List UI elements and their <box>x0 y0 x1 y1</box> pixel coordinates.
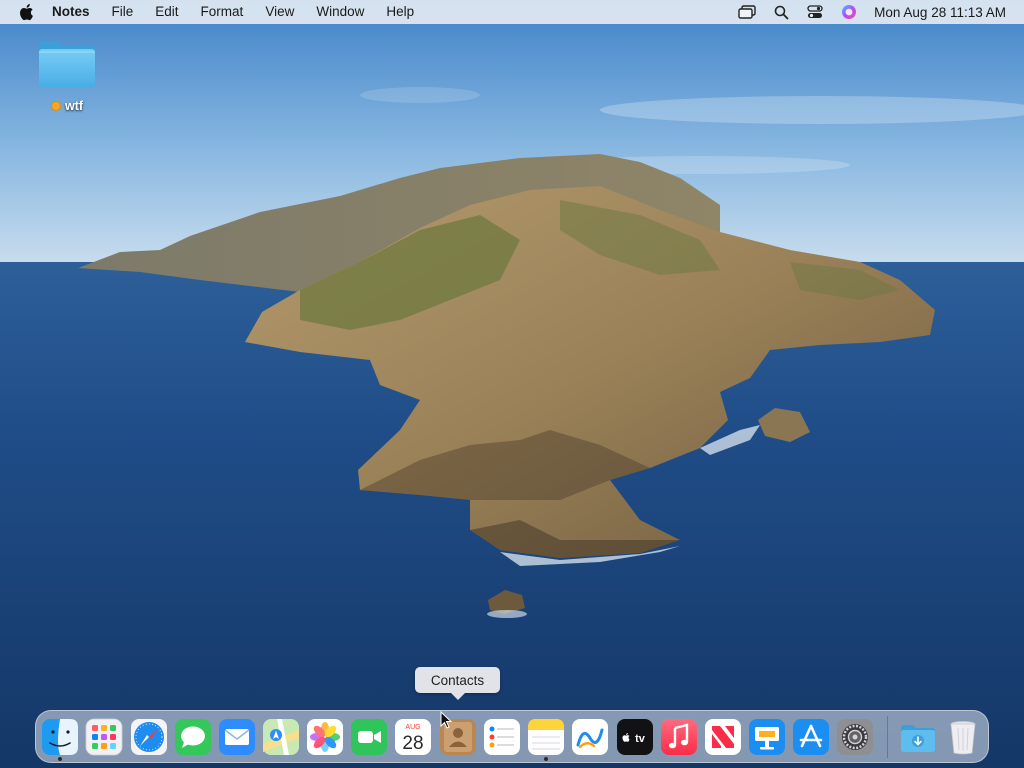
dock-tv[interactable]: tv <box>616 718 654 756</box>
desktop-folder-wtf[interactable]: wtf <box>30 38 104 113</box>
safari-icon <box>131 719 167 755</box>
dock-messages[interactable] <box>174 718 212 756</box>
folder-icon <box>39 41 95 87</box>
screen-mirroring-icon[interactable] <box>730 0 764 24</box>
dock-mail[interactable] <box>218 718 256 756</box>
tv-label: tv <box>635 733 646 745</box>
apple-menu-icon[interactable] <box>19 3 35 21</box>
menu-bar-clock[interactable]: Mon Aug 28 11:13 AM <box>874 5 1006 20</box>
dock-freeform[interactable] <box>571 718 609 756</box>
notes-icon <box>528 719 564 755</box>
apple-tv-icon: tv <box>617 719 653 755</box>
dock-calendar[interactable]: AUG 28 <box>394 718 432 756</box>
music-icon <box>661 719 697 755</box>
calendar-icon: AUG 28 <box>395 719 431 755</box>
mail-icon <box>219 719 255 755</box>
menu-bar-status-area: Mon Aug 28 11:13 AM <box>730 0 1024 24</box>
dock-separator <box>887 716 888 758</box>
finder-running-indicator <box>58 757 62 761</box>
dock-reminders[interactable] <box>483 718 521 756</box>
keynote-icon <box>749 719 785 755</box>
control-center-icon[interactable] <box>798 0 832 24</box>
maps-icon <box>263 719 299 755</box>
menu-app-name[interactable]: Notes <box>52 0 101 24</box>
mouse-cursor-icon <box>440 711 452 729</box>
launchpad-icon <box>85 718 123 756</box>
dock-downloads[interactable] <box>899 718 937 756</box>
news-icon <box>705 719 741 755</box>
dock-facetime[interactable] <box>350 718 388 756</box>
dock-app-store[interactable] <box>792 718 830 756</box>
freeform-icon <box>572 719 608 755</box>
dock-news[interactable] <box>704 718 742 756</box>
desktop-wallpaper <box>0 0 1024 768</box>
menu-window[interactable]: Window <box>305 0 375 24</box>
menu-file[interactable]: File <box>101 0 145 24</box>
trash-icon <box>950 721 976 755</box>
dock-keynote[interactable] <box>748 718 786 756</box>
downloads-folder-icon <box>901 725 935 752</box>
menu-help[interactable]: Help <box>375 0 425 24</box>
desktop-folder-name: wtf <box>64 99 84 113</box>
dock-music[interactable] <box>660 718 698 756</box>
reminders-icon <box>484 719 520 755</box>
photos-icon <box>307 719 343 755</box>
desktop-folder-label: wtf <box>50 99 84 113</box>
calendar-day: 28 <box>402 733 423 754</box>
messages-icon <box>175 719 211 755</box>
dock-finder[interactable] <box>41 718 79 756</box>
dock-photos[interactable] <box>306 718 344 756</box>
finder-icon <box>42 719 78 755</box>
app-store-icon <box>793 719 829 755</box>
dock-launchpad[interactable] <box>85 718 123 756</box>
siri-icon[interactable] <box>832 0 866 24</box>
dock-tooltip: Contacts <box>415 667 500 700</box>
menu-view[interactable]: View <box>254 0 305 24</box>
system-settings-icon <box>837 719 873 755</box>
orange-tag-icon <box>50 101 61 111</box>
menu-edit[interactable]: Edit <box>144 0 189 24</box>
dock-maps[interactable] <box>262 718 300 756</box>
dock-notes[interactable] <box>527 718 565 756</box>
calendar-month: AUG <box>405 724 420 731</box>
menu-bar: Notes File Edit Format View Window Help <box>0 0 1024 24</box>
dock-trash[interactable] <box>944 718 982 756</box>
facetime-icon <box>351 719 387 755</box>
menu-format[interactable]: Format <box>190 0 255 24</box>
dock-safari[interactable] <box>130 718 168 756</box>
dock-system-settings[interactable] <box>836 718 874 756</box>
notes-running-indicator <box>544 757 548 761</box>
spotlight-search-icon[interactable] <box>764 0 798 24</box>
